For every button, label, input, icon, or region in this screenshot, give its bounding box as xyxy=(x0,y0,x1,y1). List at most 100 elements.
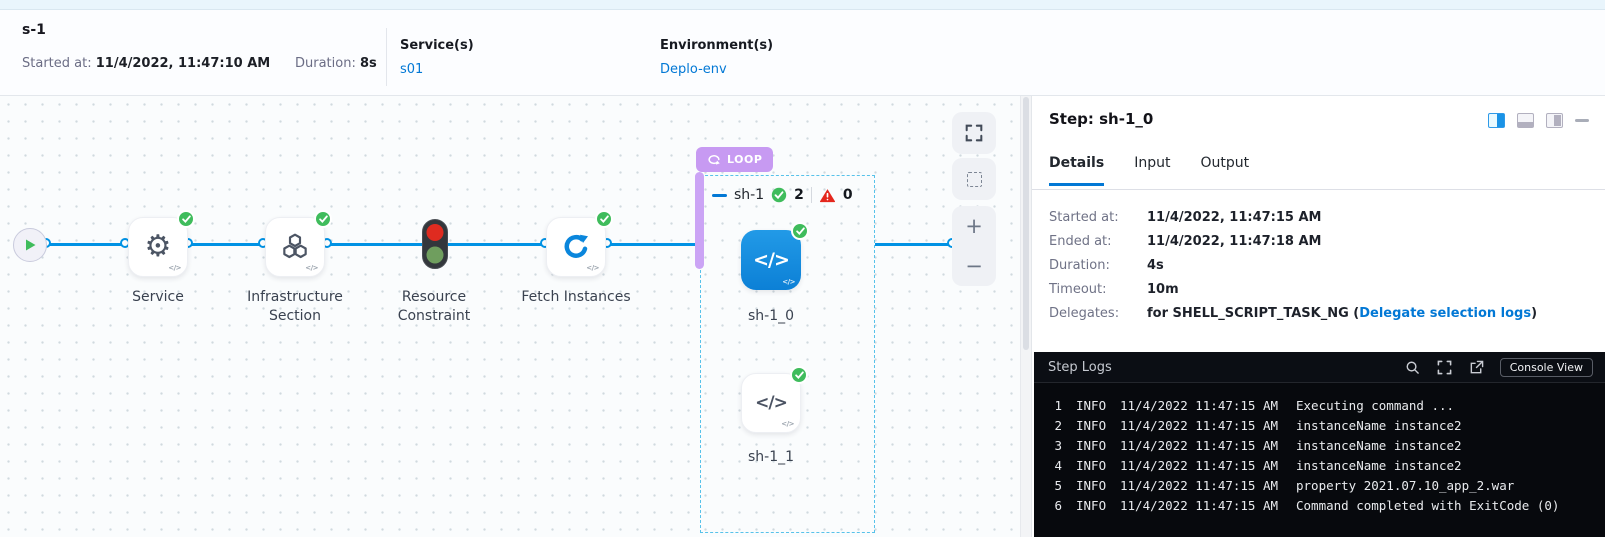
environments-label: Environment(s) xyxy=(660,38,773,53)
canvas-fullscreen-button[interactable] xyxy=(952,112,996,154)
canvas-select-button[interactable] xyxy=(952,158,996,200)
detail-value: 10m xyxy=(1147,278,1537,302)
detail-value: 4s xyxy=(1147,254,1537,278)
step-details-panel: Step: sh-1_0 Details Input Output Starte… xyxy=(1031,96,1605,537)
zoom-in-button[interactable]: + xyxy=(965,216,983,236)
log-line: 6INFO11/4/2022 11:47:15 AMCommand comple… xyxy=(1042,496,1605,516)
fullscreen-icon xyxy=(965,124,983,142)
loop-group-name: sh-1 xyxy=(734,187,764,203)
bottom-view-icon[interactable] xyxy=(1517,113,1534,128)
gear-icon: ⚙ xyxy=(145,232,172,262)
log-level: INFO xyxy=(1076,476,1120,496)
detail-label-delegates: Delegates: xyxy=(1049,302,1147,326)
pipeline-execution-page: s-1 Started at: 11/4/2022, 11:47:10 AM D… xyxy=(0,0,1605,537)
step-details-table: Started at: 11/4/2022, 11:47:15 AM Ended… xyxy=(1049,206,1537,326)
step-logs-panel: Step Logs Console View 1IN xyxy=(1034,352,1605,537)
shell-script-icon: </> xyxy=(755,393,787,413)
delegates-prefix: for SHELL_SCRIPT_TASK_NG ( xyxy=(1147,306,1359,321)
stage-title: s-1 xyxy=(22,22,46,38)
log-line: 1INFO11/4/2022 11:47:15 AMExecuting comm… xyxy=(1042,396,1605,416)
success-badge-icon xyxy=(791,222,809,240)
node-label-infrastructure: Infrastructure Section xyxy=(225,288,365,326)
node-resource-constraint[interactable] xyxy=(421,218,449,270)
node-infrastructure[interactable]: </> xyxy=(265,217,325,277)
log-line-number: 5 xyxy=(1042,476,1062,496)
node-fetch-instances[interactable]: </> xyxy=(546,217,606,277)
log-line: 3INFO11/4/2022 11:47:15 AMinstanceName i… xyxy=(1042,436,1605,456)
node-label-resource: Resource Constraint xyxy=(379,288,489,326)
canvas-zoom-controls: + − xyxy=(952,206,996,286)
step-tabs: Details Input Output xyxy=(1049,155,1249,186)
loop-group-header[interactable]: sh-1 2 0 xyxy=(712,186,853,204)
edge xyxy=(448,243,545,246)
edge xyxy=(327,243,422,246)
edge xyxy=(46,243,125,246)
environment-link[interactable]: Deplo-env xyxy=(660,62,727,77)
log-line-number: 1 xyxy=(1042,396,1062,416)
log-level: INFO xyxy=(1076,436,1120,456)
loop-group-bar xyxy=(695,172,704,269)
detail-value: 11/4/2022, 11:47:18 AM xyxy=(1147,230,1537,254)
node-label-sh-1-1: sh-1_1 xyxy=(701,448,841,467)
header-divider xyxy=(386,28,387,86)
detail-value: 11/4/2022, 11:47:15 AM xyxy=(1147,206,1537,230)
loop-icon xyxy=(707,154,721,165)
node-service[interactable]: ⚙ </> xyxy=(128,217,188,277)
log-open-external-button[interactable] xyxy=(1469,360,1484,375)
minimize-panel-icon[interactable] xyxy=(1575,119,1589,122)
panel-view-switcher xyxy=(1488,113,1589,128)
loop-badge[interactable]: LOOP xyxy=(696,147,773,172)
edge xyxy=(875,243,952,246)
log-message: instanceName instance2 xyxy=(1296,456,1462,476)
traffic-light-icon xyxy=(421,218,449,270)
log-message: Command completed with ExitCode (0) xyxy=(1296,496,1559,516)
execution-header: s-1 Started at: 11/4/2022, 11:47:10 AM D… xyxy=(0,10,1605,96)
step-panel-title: Step: sh-1_0 xyxy=(1049,110,1153,128)
service-link[interactable]: s01 xyxy=(400,62,423,77)
success-badge-icon xyxy=(177,210,195,228)
environments-block: Environment(s) Deplo-env xyxy=(660,38,773,77)
marquee-select-icon xyxy=(967,172,982,187)
detail-value-delegates: for SHELL_SCRIPT_TASK_NG (Delegate selec… xyxy=(1147,302,1537,326)
delegate-selection-logs-link[interactable]: Delegate selection logs xyxy=(1359,306,1531,321)
log-level: INFO xyxy=(1076,496,1120,516)
scrollbar-thumb[interactable] xyxy=(1023,97,1029,350)
split-view-icon[interactable] xyxy=(1488,113,1505,128)
log-message: instanceName instance2 xyxy=(1296,416,1462,436)
edge xyxy=(188,243,263,246)
node-sh-1-1[interactable]: </> </> xyxy=(741,373,801,433)
step-logs-header: Step Logs Console View xyxy=(1034,352,1605,383)
edge xyxy=(607,243,700,246)
log-search-button[interactable] xyxy=(1405,360,1420,375)
tab-details[interactable]: Details xyxy=(1049,155,1104,186)
started-at: Started at: 11/4/2022, 11:47:10 AM xyxy=(22,56,270,71)
console-view-button[interactable]: Console View xyxy=(1500,358,1593,377)
rolling-refresh-icon xyxy=(561,232,591,262)
pipeline-canvas[interactable]: ⚙ </> Service </> Infrastructure Section xyxy=(0,96,1020,537)
log-line-number: 6 xyxy=(1042,496,1062,516)
right-view-icon[interactable] xyxy=(1546,113,1563,128)
started-at-label: Started at: xyxy=(22,56,92,71)
log-line-number: 2 xyxy=(1042,416,1062,436)
tab-input[interactable]: Input xyxy=(1134,155,1170,186)
success-badge-icon xyxy=(790,366,808,384)
play-icon xyxy=(25,239,36,251)
success-count: 2 xyxy=(794,187,804,203)
start-node[interactable] xyxy=(13,228,47,262)
node-sh-1-0[interactable]: </> </> xyxy=(741,230,801,290)
log-timestamp: 11/4/2022 11:47:15 AM xyxy=(1120,436,1296,456)
step-logs-body[interactable]: 1INFO11/4/2022 11:47:15 AMExecuting comm… xyxy=(1034,383,1605,516)
collapse-icon[interactable] xyxy=(712,194,727,197)
step-logs-title: Step Logs xyxy=(1048,360,1112,375)
duration-label: Duration: xyxy=(295,56,356,71)
error-count-icon xyxy=(819,188,836,203)
code-snippet-icon: </> xyxy=(781,420,794,428)
log-level: INFO xyxy=(1076,416,1120,436)
duration-value: 8s xyxy=(360,56,377,71)
node-label-service: Service xyxy=(88,288,228,307)
zoom-out-button[interactable]: − xyxy=(965,256,983,276)
log-fullscreen-button[interactable] xyxy=(1437,360,1452,375)
count-divider xyxy=(811,187,812,203)
shell-script-icon: </> xyxy=(753,249,789,271)
tab-output[interactable]: Output xyxy=(1200,155,1249,186)
